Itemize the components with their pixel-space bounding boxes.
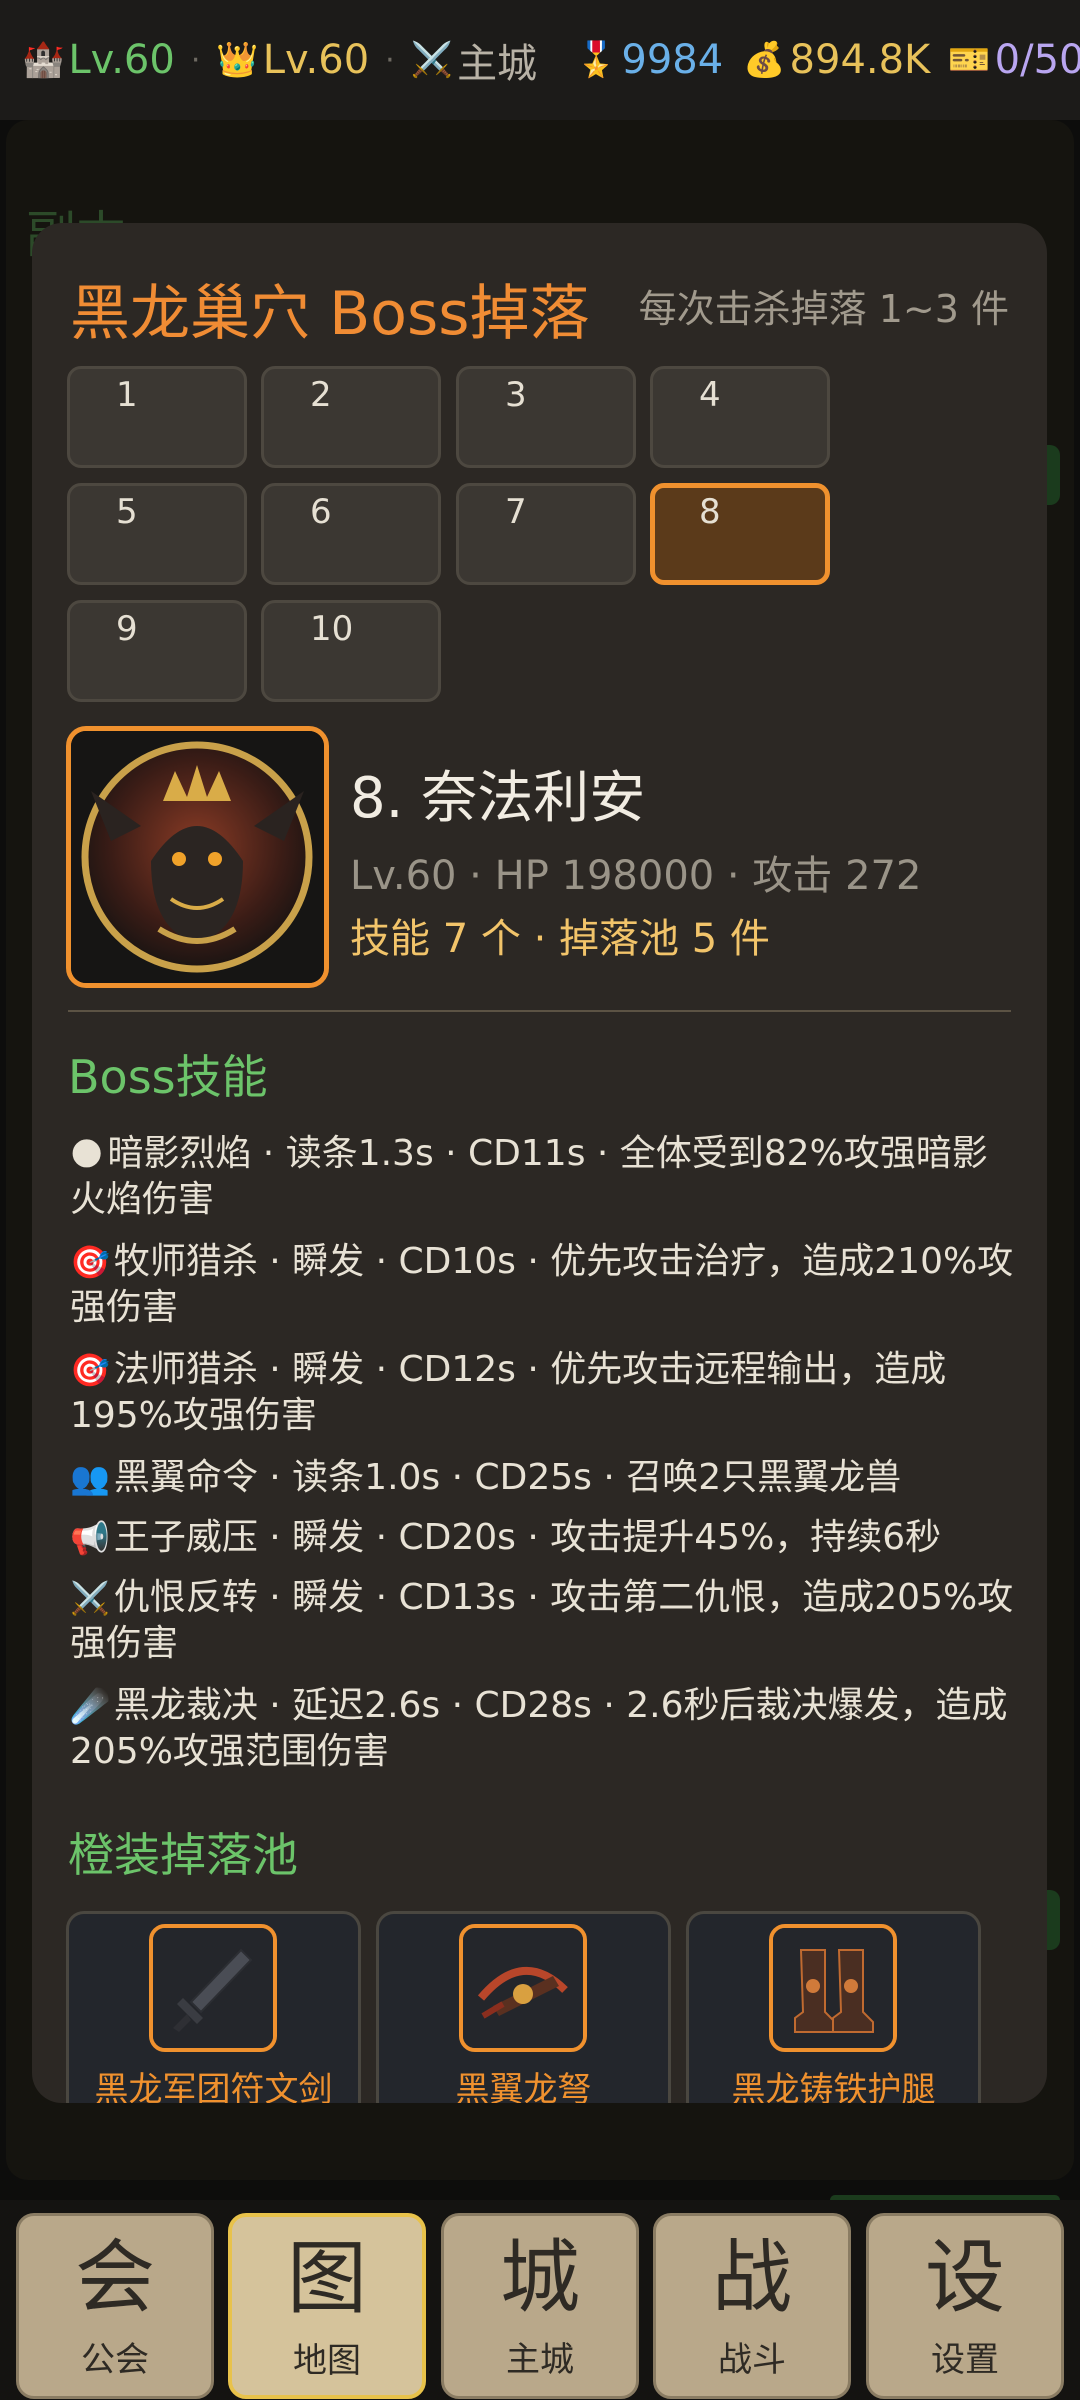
ticket-count: 🎫 0/50	[948, 37, 1080, 83]
boss-tab-9[interactable]: 9	[67, 600, 247, 702]
megaphone-icon: 📢	[70, 1519, 110, 1557]
boss-skills-title: Boss技能	[68, 1050, 268, 1104]
nav-label: 主城	[506, 2340, 574, 2380]
loot-item-name: 黑龙军团符文剑	[94, 2070, 333, 2103]
map-glyph-icon: 图	[287, 2232, 367, 2325]
nav-map-button[interactable]: 图 地图	[228, 2213, 426, 2399]
crossbow-icon	[459, 1924, 587, 2052]
current-location: ⚔️ 主城	[410, 40, 538, 87]
boss-tab-5[interactable]: 5	[67, 483, 247, 585]
castle-level: 🏰 Lv.60	[22, 37, 175, 83]
loot-item[interactable]: 黑龙铸铁护腿	[686, 1911, 981, 2103]
skill-item: 🌑 暗影烈焰 · 读条1.3s · CD11s · 全体受到82%攻强暗影火焰伤害	[70, 1133, 988, 1220]
crossed-swords-icon: ⚔️	[410, 40, 454, 80]
boss-stats: Lv.60 · HP 198000 · 攻击 272	[350, 853, 922, 899]
boots-icon	[769, 1924, 897, 2052]
guild-glyph-icon: 会	[75, 2231, 155, 2324]
city-glyph-icon: 城	[500, 2231, 580, 2324]
medal-count: 🎖️ 9984	[575, 37, 724, 83]
nav-label: 公会	[81, 2340, 149, 2380]
nav-guild-button[interactable]: 会 公会	[16, 2213, 214, 2399]
modal-title: 黑龙巢穴 Boss掉落	[70, 279, 590, 349]
bottom-navigation: 会 公会 图 地图 城 主城 战 战斗 设 设置	[0, 2200, 1080, 2400]
nav-battle-button[interactable]: 战 战斗	[653, 2213, 851, 2399]
modal-subtitle: 每次击杀掉落 1~3 件	[638, 287, 1009, 331]
skill-item: ☄️ 黑龙裁决 · 延迟2.6s · CD28s · 2.6秒后裁决爆发，造成20…	[70, 1685, 1008, 1772]
boss-loot-modal: 黑龙巢穴 Boss掉落 每次击杀掉落 1~3 件 1 2 3 4 5 6 7 8…	[32, 223, 1047, 2103]
battle-glyph-icon: 战	[712, 2231, 792, 2324]
separator: ·	[385, 42, 395, 78]
boss-name: 8. 奈法利安	[350, 766, 646, 831]
separator: ·	[190, 42, 201, 78]
settings-glyph-icon: 设	[925, 2231, 1005, 2324]
loot-item[interactable]: 黑龙军团符文剑	[66, 1911, 361, 2103]
shadow-orb-icon: 🌑	[70, 1135, 104, 1173]
skill-item: 🎯 法师猎杀 · 瞬发 · CD12s · 优先攻击远程输出，造成195%攻强伤害	[70, 1349, 947, 1436]
boss-tab-7[interactable]: 7	[456, 483, 636, 585]
skill-item: 📢 王子威压 · 瞬发 · CD20s · 攻击提升45%，持续6秒	[70, 1517, 942, 1558]
summon-people-icon: 👥	[70, 1459, 110, 1497]
loot-pool-title: 橙装掉落池	[68, 1828, 298, 1882]
gold-count: 💰 894.8K	[743, 37, 931, 83]
crown-level: 👑 Lv.60	[216, 37, 370, 83]
crossed-swords-icon: ⚔️	[70, 1579, 110, 1617]
castle-icon: 🏰	[22, 40, 65, 80]
skill-item: 🎯 牧师猎杀 · 瞬发 · CD10s · 优先攻击治疗，造成210%攻强伤害	[70, 1241, 1014, 1328]
medal-icon: 🎖️	[575, 40, 618, 80]
target-icon: 🎯	[70, 1351, 110, 1389]
nav-city-button[interactable]: 城 主城	[441, 2213, 639, 2399]
boss-tab-2[interactable]: 2	[261, 366, 441, 468]
loot-item[interactable]: 黑翼龙弩	[376, 1911, 671, 2103]
skill-item: 👥 黑翼命令 · 读条1.0s · CD25s · 召唤2只黑翼龙兽	[70, 1457, 902, 1498]
skill-item: ⚔️ 仇恨反转 · 瞬发 · CD13s · 攻击第二仇恨，造成205%攻强伤害	[70, 1577, 1014, 1664]
boss-meta: 技能 7 个 · 掉落池 5 件	[350, 916, 770, 962]
ticket-icon: 🎫	[948, 40, 991, 80]
boss-tab-1[interactable]: 1	[67, 366, 247, 468]
loot-item-name: 黑龙铸铁护腿	[731, 2070, 936, 2103]
comet-icon: ☄️	[70, 1687, 110, 1725]
crown-icon: 👑	[216, 40, 259, 80]
boss-tab-6[interactable]: 6	[261, 483, 441, 585]
target-icon: 🎯	[70, 1243, 110, 1281]
dragon-portrait-art	[71, 731, 324, 983]
top-status-bar: 🏰 Lv.60 · 👑 Lv.60 · ⚔️ 主城 🎖️ 9984 💰 894.…	[0, 0, 1080, 120]
sword-icon	[149, 1924, 277, 2052]
boss-tab-8-selected[interactable]: 8	[650, 483, 830, 585]
nav-label: 地图	[293, 2341, 361, 2381]
section-divider	[68, 1010, 1011, 1012]
money-bag-icon: 💰	[743, 40, 786, 80]
loot-item-name: 黑翼龙弩	[455, 2070, 592, 2103]
nav-settings-button[interactable]: 设 设置	[866, 2213, 1064, 2399]
nav-label: 战斗	[718, 2340, 786, 2380]
black-dragon-portrait	[66, 726, 329, 988]
boss-tab-10[interactable]: 10	[261, 600, 441, 702]
boss-tab-3[interactable]: 3	[456, 366, 636, 468]
boss-tab-4[interactable]: 4	[650, 366, 830, 468]
nav-label: 设置	[931, 2340, 999, 2380]
